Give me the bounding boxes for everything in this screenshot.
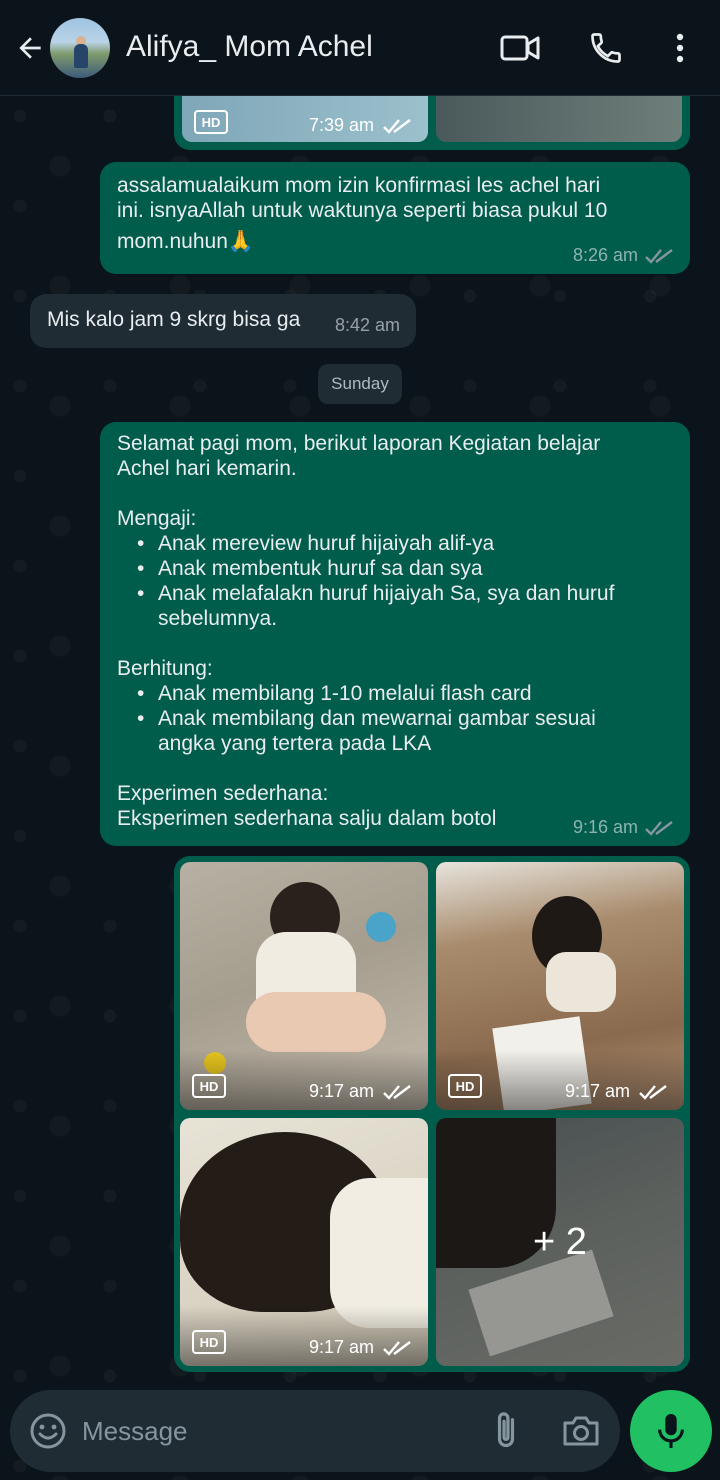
camera-icon: [563, 1416, 599, 1446]
video-call-icon: [500, 35, 540, 61]
double-check-icon: [383, 1084, 411, 1100]
double-check-icon: [645, 820, 673, 836]
list-item: Anak membilang 1-10 melalui flash card: [117, 681, 677, 706]
emoji-icon: [30, 1413, 66, 1449]
photo-thumbnail[interactable]: HD 9:17 am: [436, 862, 684, 1110]
message-text: Mis kalo jam 9 skrg bisa ga: [47, 308, 301, 331]
photo-album[interactable]: HD 9:17 am HD 9:17 am HD 9:17 am + 2: [174, 856, 690, 1372]
photo-thumbnail[interactable]: [436, 96, 682, 142]
message-time: 8:26 am: [572, 245, 638, 265]
pray-emoji: 🙏: [227, 230, 255, 253]
list-item: Anak mereview huruf hijaiyah alif-ya: [117, 531, 677, 556]
contact-avatar[interactable]: [50, 18, 110, 78]
message-compose-bar: [10, 1390, 620, 1472]
message-input[interactable]: [82, 1408, 472, 1454]
hd-icon: HD: [192, 1074, 226, 1098]
section-title: Mengaji:: [117, 507, 197, 530]
double-check-icon: [383, 118, 411, 134]
more-options-button[interactable]: [660, 28, 700, 68]
double-check-icon: [645, 248, 673, 264]
attach-button[interactable]: [486, 1410, 526, 1452]
outgoing-message[interactable]: Selamat pagi mom, berikut laporan Kegiat…: [100, 422, 690, 846]
list-item-continuation: sebelumnya.: [158, 607, 278, 630]
outgoing-message[interactable]: assalamualaikum mom izin konfirmasi les …: [100, 162, 690, 274]
list-item: Anak melafalakn huruf hijaiyah Sa, sya d…: [117, 581, 677, 606]
phone-icon: [591, 33, 621, 63]
message-line: Selamat pagi mom, berikut laporan Kegiat…: [117, 432, 601, 455]
bullet-list: Anak membilang 1-10 melalui flash card A…: [117, 681, 677, 731]
hd-icon: HD: [448, 1074, 482, 1098]
back-button[interactable]: [12, 30, 48, 66]
camera-button[interactable]: [560, 1410, 602, 1452]
message-time: 9:17 am: [308, 1081, 374, 1101]
message-line: Achel hari kemarin.: [117, 457, 297, 480]
message-line: mom.nuhun: [117, 230, 228, 253]
contact-name[interactable]: Alifya_ Mom Achel: [126, 30, 373, 64]
photo-thumbnail-more[interactable]: + 2: [436, 1118, 684, 1366]
hd-icon: HD: [194, 110, 228, 134]
mic-icon: [658, 1414, 684, 1448]
more-photos-count: + 2: [436, 1118, 684, 1366]
message-time: 9:17 am: [308, 1337, 374, 1357]
double-check-icon: [639, 1084, 667, 1100]
photo-group-partial[interactable]: HD 7:39 am: [174, 96, 690, 150]
message-time: 8:42 am: [334, 315, 400, 335]
photo-thumbnail[interactable]: HD 9:17 am: [180, 1118, 428, 1366]
message-line: assalamualaikum mom izin konfirmasi les …: [117, 174, 601, 197]
voice-record-button[interactable]: [630, 1390, 712, 1472]
date-divider: Sunday: [318, 364, 402, 404]
paperclip-icon: [497, 1412, 515, 1448]
list-item: Anak membilang dan mewarnai gambar sesua…: [117, 706, 677, 731]
double-check-icon: [383, 1340, 411, 1356]
incoming-message[interactable]: Mis kalo jam 9 skrg bisa ga 8:42 am: [30, 294, 416, 348]
bullet-list: Anak mereview huruf hijaiyah alif-ya Ana…: [117, 531, 677, 606]
hd-icon: HD: [192, 1330, 226, 1354]
message-time: 9:17 am: [564, 1081, 630, 1101]
emoji-button[interactable]: [28, 1411, 68, 1451]
list-item-continuation: angka yang tertera pada LKA: [158, 732, 432, 755]
message-time: 7:39 am: [308, 115, 374, 135]
chat-header: Alifya_ Mom Achel: [0, 0, 720, 96]
message-line: ini. isnyaAllah untuk waktunya seperti b…: [117, 199, 608, 222]
list-item: Anak membentuk huruf sa dan sya: [117, 556, 677, 581]
video-call-button[interactable]: [500, 28, 540, 68]
photo-thumbnail[interactable]: HD 9:17 am: [180, 862, 428, 1110]
photo-thumbnail[interactable]: HD 7:39 am: [182, 96, 428, 142]
section-title: Experimen sederhana:: [117, 782, 329, 805]
back-arrow-icon: [19, 37, 41, 59]
more-vert-icon: [676, 33, 684, 63]
voice-call-button[interactable]: [586, 28, 626, 68]
message-time: 9:16 am: [572, 817, 638, 837]
section-title: Berhitung:: [117, 657, 213, 680]
